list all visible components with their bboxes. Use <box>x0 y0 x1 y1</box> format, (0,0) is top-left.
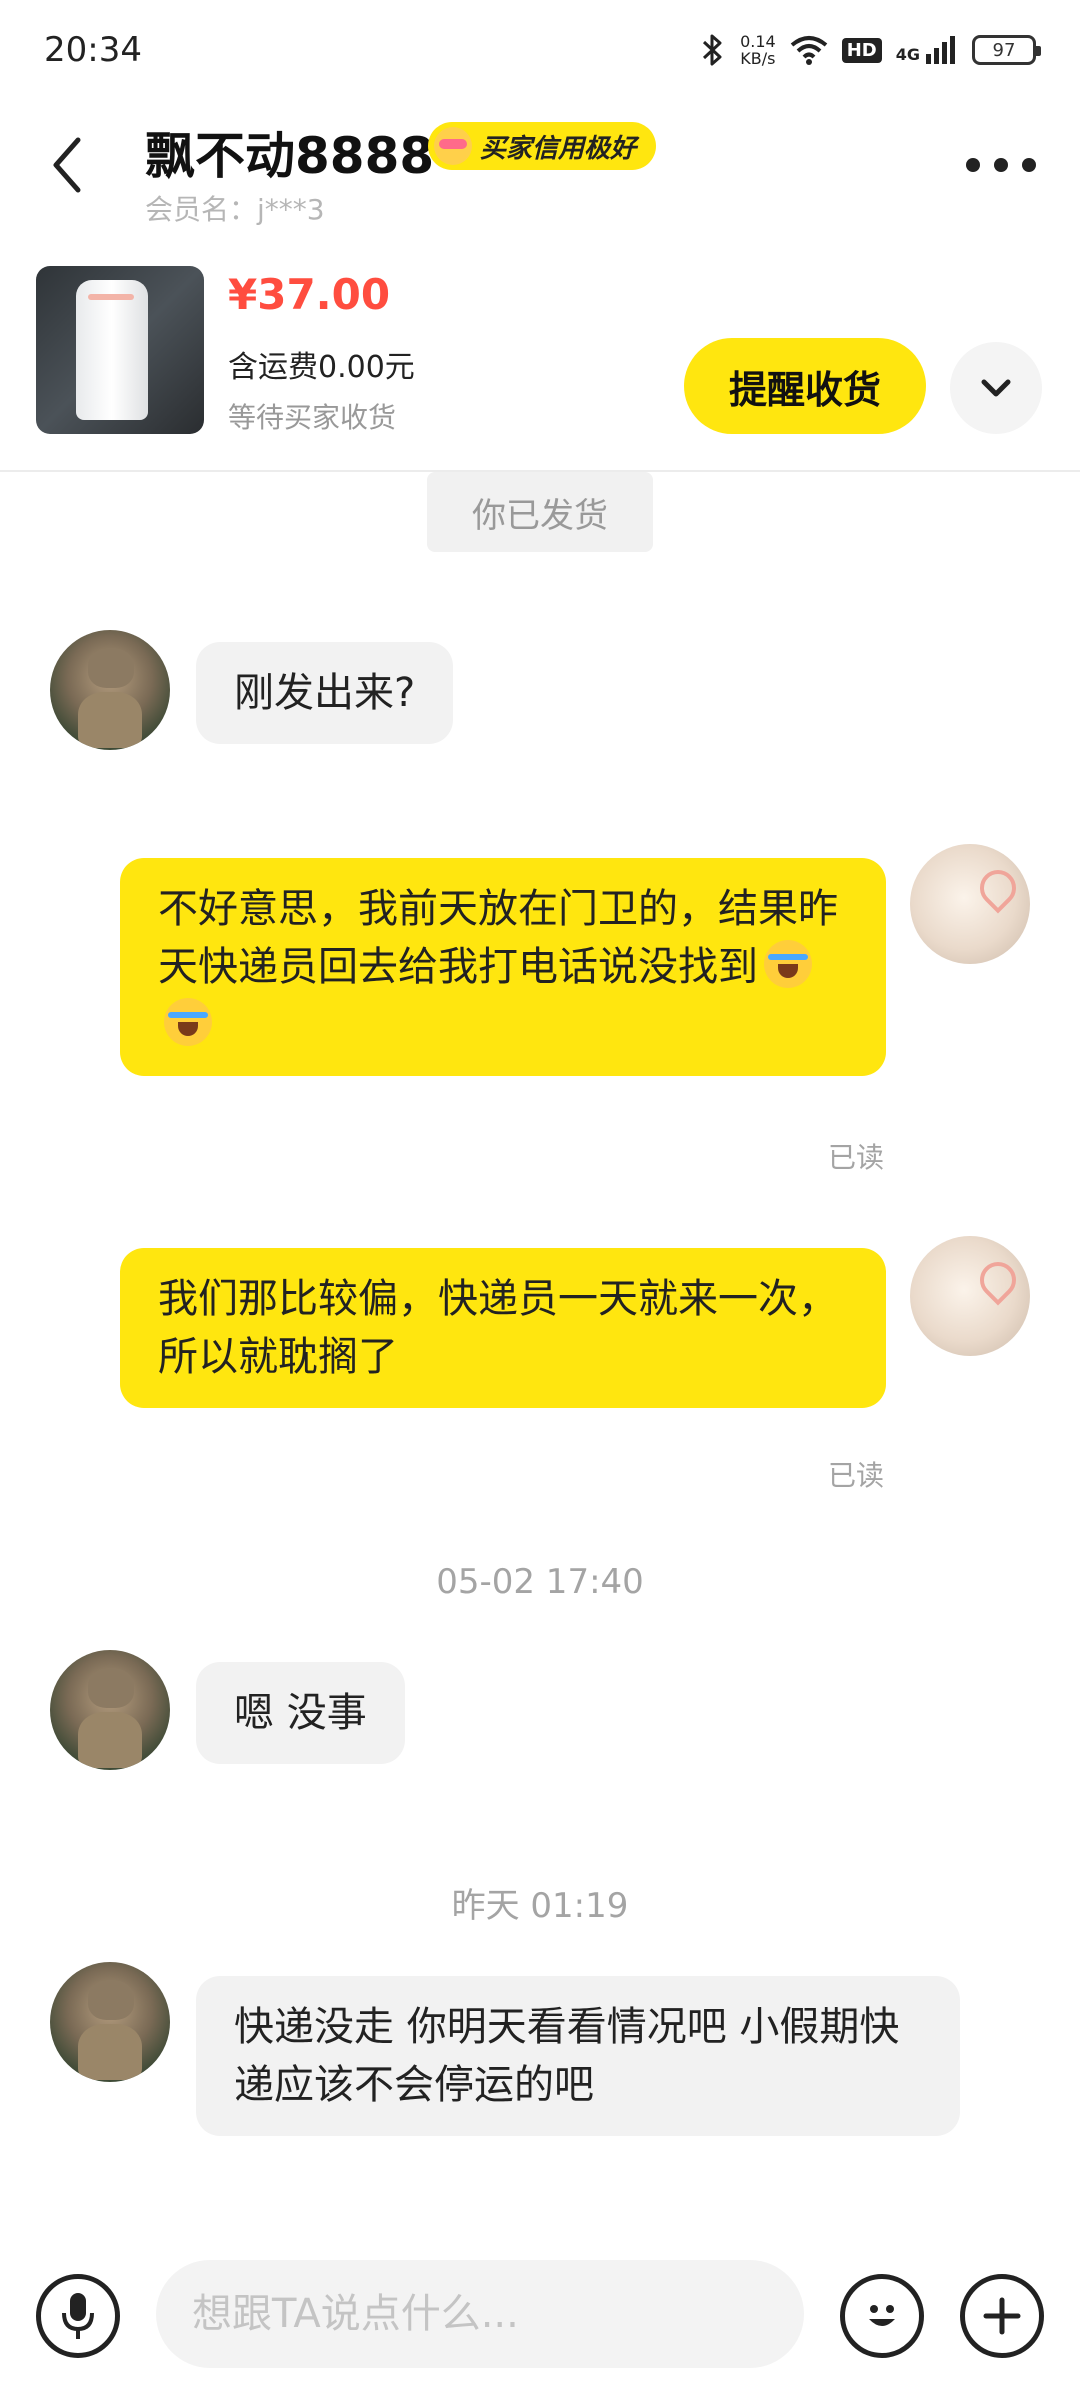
chat-header: 飘不动8888 买家信用极好 会员名：j***3 <box>0 100 1080 250</box>
message-text: 不好意思，我前天放在门卫的，结果昨天快递员回去给我打电话说没找到 <box>158 886 838 990</box>
buyer-avatar[interactable] <box>50 1962 170 2082</box>
timestamp: 昨天 01:19 <box>451 1886 629 1926</box>
message-bubble-incoming[interactable]: 嗯 没事 <box>196 1662 405 1764</box>
battery-level: 97 <box>992 39 1016 61</box>
net-speed-unit: KB/s <box>740 49 776 68</box>
chat-area[interactable]: 你已发货 刚发出来? 不好意思，我前天放在门卫的，结果昨天快递员回去给我打电话说… <box>0 472 1080 2232</box>
smiley-icon <box>869 2305 895 2326</box>
voice-button[interactable] <box>36 2274 120 2358</box>
credit-badge[interactable]: 买家信用极好 <box>428 122 657 170</box>
emoji-button[interactable] <box>840 2274 924 2358</box>
net-speed-value: 0.14 <box>740 32 776 51</box>
battery-icon: 97 <box>972 35 1041 65</box>
crying-emoji-icon <box>164 998 212 1046</box>
read-receipt: 已读 <box>828 1459 885 1492</box>
back-button[interactable] <box>44 130 104 200</box>
bluetooth-icon <box>703 34 722 66</box>
credit-badge-label: 买家信用极好 <box>480 133 637 164</box>
router-image <box>76 280 148 420</box>
read-receipt: 已读 <box>828 1141 885 1174</box>
buyer-avatar[interactable] <box>50 630 170 750</box>
signal-indicator: 4G <box>896 36 958 64</box>
chevron-left-icon <box>53 137 81 193</box>
wifi-icon <box>790 36 827 65</box>
dot-icon <box>1022 158 1036 172</box>
remind-receipt-button[interactable]: 提醒收货 <box>684 338 926 434</box>
microphone-icon <box>62 2293 94 2339</box>
expand-button[interactable] <box>950 342 1042 434</box>
chevron-down-icon <box>981 379 1011 397</box>
net-speed: 0.14 KB/s <box>740 33 776 67</box>
more-actions-button[interactable] <box>960 2274 1044 2358</box>
plus-icon <box>983 2297 1021 2335</box>
self-avatar[interactable] <box>910 1236 1030 1356</box>
product-price: ¥37.00 <box>228 270 391 319</box>
member-id: 会员名：j***3 <box>145 193 325 226</box>
contact-name: 飘不动8888 <box>145 127 435 185</box>
product-thumbnail[interactable] <box>36 266 204 434</box>
shipping-fee: 含运费0.00元 <box>228 350 415 385</box>
dot-icon <box>994 158 1008 172</box>
dot-icon <box>966 158 980 172</box>
message-bubble-incoming[interactable]: 刚发出来? <box>196 642 454 744</box>
signal-icon <box>926 36 955 64</box>
system-notice: 你已发货 <box>427 472 653 552</box>
product-card: ¥37.00 含运费0.00元 等待买家收货 提醒收货 <box>0 250 1080 472</box>
buyer-avatar[interactable] <box>50 1650 170 1770</box>
message-input[interactable] <box>156 2260 804 2368</box>
message-bubble-outgoing[interactable]: 我们那比较偏，快递员一天就来一次，所以就耽搁了 <box>120 1248 886 1408</box>
status-icons: 0.14 KB/s HD 4G 97 <box>700 33 1041 67</box>
order-status: 等待买家收货 <box>228 401 397 434</box>
status-bar: 20:34 0.14 KB/s HD 4G 97 <box>0 0 1080 100</box>
status-time: 20:34 <box>44 30 142 70</box>
network-type: 4G <box>895 45 920 64</box>
timestamp: 05-02 17:40 <box>436 1562 644 1602</box>
cool-face-icon <box>434 127 472 165</box>
input-bar <box>0 2232 1080 2400</box>
more-options-button[interactable] <box>966 150 1036 180</box>
message-bubble-incoming[interactable]: 快递没走 你明天看看情况吧 小假期快递应该不会停运的吧 <box>196 1976 960 2136</box>
message-bubble-outgoing[interactable]: 不好意思，我前天放在门卫的，结果昨天快递员回去给我打电话说没找到 <box>120 858 886 1076</box>
self-avatar[interactable] <box>910 844 1030 964</box>
hd-badge: HD <box>841 37 882 63</box>
crying-emoji-icon <box>764 940 812 988</box>
